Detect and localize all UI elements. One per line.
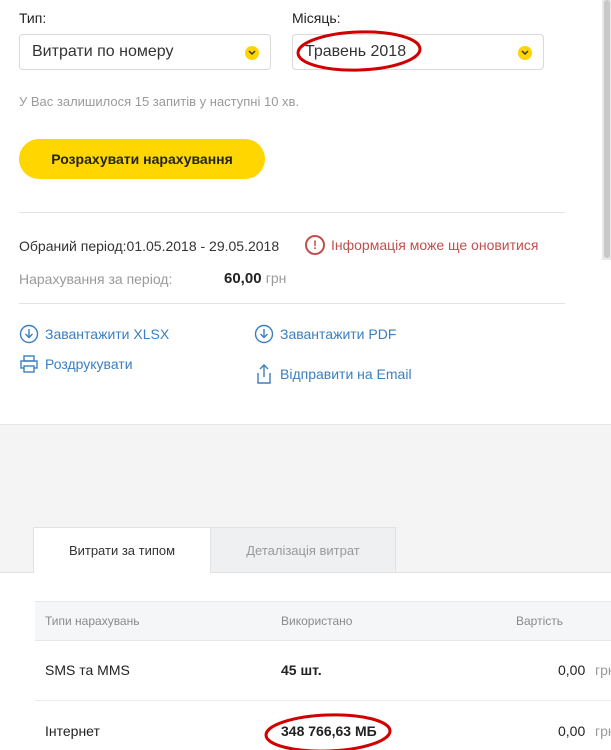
table-header: Типи нарахувань Використано Вартість	[35, 601, 611, 641]
download-icon	[19, 324, 39, 344]
calculate-button[interactable]: Розрахувати нарахування	[19, 139, 265, 179]
requests-hint: У Вас залишилося 15 запитів у наступні 1…	[19, 94, 300, 109]
update-warning: ! Інформація може ще оновитися	[305, 234, 538, 256]
send-email-link[interactable]: Відправити на Email	[254, 363, 412, 385]
row-cost: 0,00	[558, 723, 586, 739]
accrual-unit: грн	[265, 270, 287, 286]
divider	[19, 212, 565, 213]
billing-card: Тип: Витрати по номеру Місяць: Травень 2…	[0, 0, 611, 425]
row-cost-unit: грн	[595, 662, 611, 678]
row-cost: 0,00	[558, 662, 586, 678]
share-icon	[257, 364, 271, 384]
month-select[interactable]: Травень 2018	[292, 34, 544, 70]
print-label: Роздрукувати	[45, 356, 133, 372]
row-cost-unit: грн	[595, 723, 611, 739]
exclamation-icon: !	[305, 235, 325, 255]
accrual-label: Нарахування за період:	[19, 271, 173, 287]
chevron-down-icon	[518, 46, 532, 60]
download-xlsx-label: Завантажити XLSX	[45, 326, 170, 342]
accrual-value: 60,00	[224, 270, 262, 287]
download-pdf-link[interactable]: Завантажити PDF	[254, 324, 396, 344]
download-xlsx-link[interactable]: Завантажити XLSX	[19, 324, 169, 344]
row-type: Інтернет	[45, 723, 100, 739]
row-used: 45 шт.	[281, 662, 322, 678]
chevron-down-icon	[245, 46, 259, 60]
type-label: Тип:	[19, 10, 47, 26]
tab-expenses-by-type[interactable]: Витрати за типом	[33, 527, 211, 573]
accrual-amount: 60,00 грн	[224, 270, 286, 287]
printer-icon	[20, 355, 38, 373]
tab-expense-details[interactable]: Деталізація витрат	[211, 527, 396, 573]
table-row: Інтернет 348 766,63 МБ 0,00 грн	[35, 702, 611, 750]
tab-bar: Витрати за типом Деталізація витрат	[33, 527, 396, 573]
download-pdf-label: Завантажити PDF	[280, 326, 397, 342]
row-used: 348 766,63 МБ	[281, 723, 377, 739]
month-label: Місяць:	[292, 10, 341, 26]
type-select-value: Витрати по номеру	[32, 43, 174, 60]
selected-period: Обраний період:01.05.2018 - 29.05.2018	[19, 238, 280, 254]
type-select[interactable]: Витрати по номеру	[19, 34, 271, 70]
divider	[19, 303, 565, 304]
update-warning-text: Інформація може ще оновитися	[331, 237, 539, 253]
column-header-cost: Вартість	[516, 614, 563, 628]
table-row: SMS та MMS 45 шт. 0,00 грн	[35, 641, 611, 701]
send-email-label: Відправити на Email	[280, 366, 412, 382]
column-header-used: Використано	[281, 614, 353, 628]
month-select-value: Травень 2018	[305, 43, 407, 60]
row-type: SMS та MMS	[45, 662, 130, 678]
print-link[interactable]: Роздрукувати	[19, 354, 133, 374]
download-icon	[254, 324, 274, 344]
scrollbar-thumb[interactable]	[604, 0, 610, 258]
column-header-type: Типи нарахувань	[45, 614, 140, 628]
